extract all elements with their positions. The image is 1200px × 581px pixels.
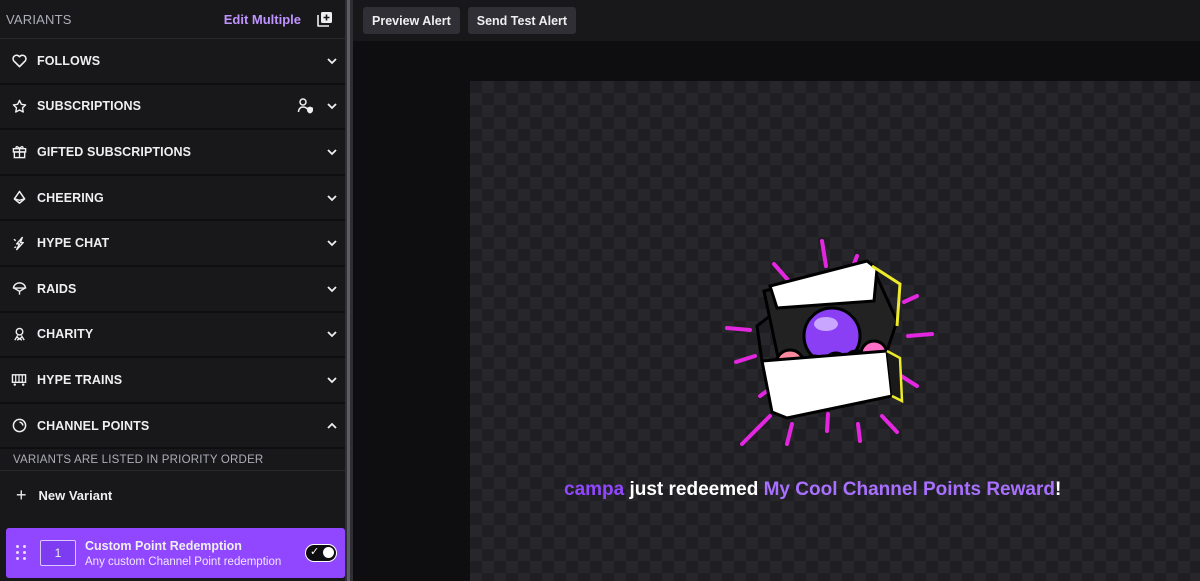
edit-multiple-link[interactable]: Edit Multiple: [224, 12, 301, 27]
preview-alert-button[interactable]: Preview Alert: [363, 7, 460, 34]
alert-action: just redeemed: [629, 479, 759, 500]
treasure-chest-image: [725, 239, 934, 446]
category-label: CHANNEL POINTS: [37, 418, 150, 433]
category-gifted-subscriptions[interactable]: GIFTED SUBSCRIPTIONS: [0, 130, 345, 176]
category-channel-points[interactable]: CHANNEL POINTS: [0, 403, 345, 450]
category-label: HYPE TRAINS: [37, 372, 123, 387]
chevron-up-icon: [327, 422, 337, 429]
heart-icon: [11, 53, 27, 69]
check-icon: ✓: [310, 546, 320, 558]
chevron-down-icon: [327, 377, 337, 384]
plus-icon: +: [16, 485, 27, 506]
category-label: HYPE CHAT: [37, 236, 110, 251]
category-charity[interactable]: CHARITY: [0, 312, 345, 359]
category-hype-chat[interactable]: HYPE CHAT: [0, 221, 345, 267]
sidebar-header: VARIANTS Edit Multiple: [0, 0, 345, 39]
bits-icon: [11, 190, 27, 206]
drag-handle-icon[interactable]: [16, 545, 28, 561]
chevron-down-icon: [327, 240, 337, 247]
category-label: RAIDS: [37, 281, 77, 296]
category-label: CHEERING: [37, 190, 104, 205]
sidebar-title: VARIANTS: [6, 11, 72, 27]
chevron-down-icon: [327, 331, 337, 338]
category-label: GIFTED SUBSCRIPTIONS: [37, 144, 192, 159]
user-permission-icon: [297, 98, 313, 114]
variant-enabled-toggle[interactable]: ✓: [305, 544, 337, 562]
category-hype-trains[interactable]: HYPE TRAINS: [0, 358, 345, 404]
star-icon: [11, 98, 27, 114]
new-variant-button[interactable]: + New Variant: [0, 471, 345, 520]
alert-username: campa: [564, 479, 625, 500]
variant-title: Custom Point Redemption: [85, 538, 242, 553]
new-variant-label: New Variant: [38, 488, 113, 504]
variants-sidebar: VARIANTS Edit Multiple FOLLOWS SUBSCRIPT…: [0, 0, 345, 581]
chevron-down-icon: [327, 58, 337, 65]
priority-order-note: VARIANTS ARE LISTED IN PRIORITY ORDER: [0, 449, 345, 472]
chevron-down-icon: [327, 103, 337, 110]
hype-chat-icon: [11, 235, 27, 251]
category-label: SUBSCRIPTIONS: [37, 99, 142, 114]
category-raids[interactable]: RAIDS: [0, 266, 345, 313]
priority-input[interactable]: 1: [40, 540, 76, 566]
train-icon: [11, 372, 27, 388]
alert-message: campa just redeemed My Cool Channel Poin…: [564, 479, 1061, 501]
channel-points-icon: [11, 418, 27, 434]
send-test-alert-button[interactable]: Send Test Alert: [467, 7, 577, 34]
alert-preview-canvas: campa just redeemed My Cool Channel Poin…: [470, 81, 1200, 581]
category-label: FOLLOWS: [37, 53, 101, 68]
variant-text: Custom Point Redemption Any custom Chann…: [85, 539, 305, 568]
chevron-down-icon: [327, 194, 337, 201]
category-follows[interactable]: FOLLOWS: [0, 39, 345, 85]
alert-suffix: !: [1054, 479, 1062, 500]
category-subscriptions[interactable]: SUBSCRIPTIONS: [0, 84, 345, 131]
gift-icon: [11, 144, 27, 160]
chevron-down-icon: [327, 149, 337, 156]
variant-subtitle: Any custom Channel Point redemption: [85, 555, 282, 568]
category-label: CHARITY: [37, 327, 94, 342]
variant-item[interactable]: 1 Custom Point Redemption Any custom Cha…: [6, 528, 345, 578]
toggle-knob: [323, 547, 334, 558]
raid-icon: [11, 281, 27, 297]
charity-icon: [11, 326, 27, 342]
alert-reward-name: My Cool Channel Points Reward: [763, 479, 1055, 500]
category-cheering[interactable]: CHEERING: [0, 175, 345, 222]
preview-toolbar: Preview Alert Send Test Alert: [353, 0, 1200, 41]
chevron-down-icon: [327, 286, 337, 293]
panel-resize-handle[interactable]: [345, 0, 353, 581]
duplicate-icon[interactable]: [317, 11, 333, 27]
